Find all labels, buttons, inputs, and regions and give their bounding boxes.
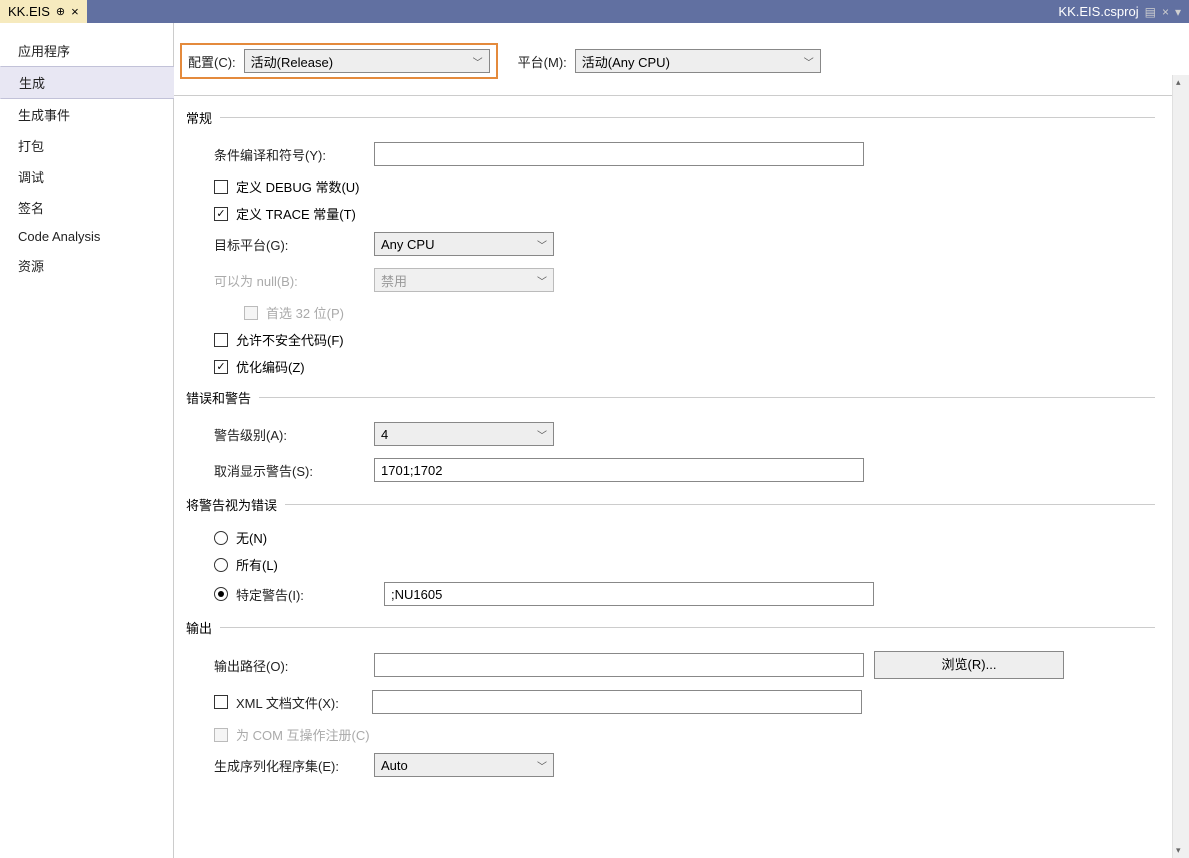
treat-specific-label: 特定警告(I): <box>236 585 376 604</box>
com-register-label: 为 COM 互操作注册(C) <box>236 725 370 744</box>
xml-doc-input[interactable] <box>372 690 862 714</box>
document-tab[interactable]: KK.EIS ⊕ × <box>0 0 87 23</box>
close-icon[interactable]: × <box>1162 5 1169 19</box>
section-title: 将警告视为错误 <box>186 495 277 514</box>
suppress-warn-label: 取消显示警告(S): <box>214 461 374 480</box>
section-general: 常规 条件编译和符号(Y): 定义 DEBUG 常数(U) 定义 TRACE 常… <box>186 108 1177 376</box>
cond-symbols-input[interactable] <box>374 142 864 166</box>
allow-unsafe-checkbox[interactable] <box>214 333 228 347</box>
section-title: 输出 <box>186 618 212 637</box>
project-file-label: KK.EIS.csproj <box>1058 4 1138 19</box>
highlight-box: 配置(C): 活动(Release) ﹀ <box>180 43 498 79</box>
sidebar-item-debug[interactable]: 调试 <box>0 161 173 192</box>
treat-none-radio[interactable] <box>214 531 228 545</box>
chevron-down-icon: ﹀ <box>804 54 814 69</box>
browse-button[interactable]: 浏览(R)... <box>874 651 1064 679</box>
output-path-input[interactable] <box>374 653 864 677</box>
content-panel: 配置(C): 活动(Release) ﹀ 平台(M): 活动(Any CPU) … <box>174 23 1189 858</box>
prefer-32bit-checkbox <box>244 306 258 320</box>
tab-close-icon[interactable]: × <box>71 4 79 19</box>
chevron-down-icon: ﹀ <box>473 54 483 69</box>
chevron-down-icon: ﹀ <box>537 273 547 288</box>
section-treat-as-error: 将警告视为错误 无(N) 所有(L) 特定警告(I): <box>186 495 1177 606</box>
treat-specific-radio[interactable] <box>214 587 228 601</box>
sidebar-item-application[interactable]: 应用程序 <box>0 35 173 66</box>
treat-all-radio[interactable] <box>214 558 228 572</box>
define-debug-label: 定义 DEBUG 常数(U) <box>236 177 360 196</box>
section-title: 常规 <box>186 108 212 127</box>
ser-asm-label: 生成序列化程序集(E): <box>214 756 374 775</box>
section-output: 输出 输出路径(O): 浏览(R)... XML 文档文件(X): 为 <box>186 618 1177 778</box>
optimize-checkbox[interactable] <box>214 360 228 374</box>
section-errors: 错误和警告 警告级别(A): 4 ﹀ 取消显示警告(S): <box>186 388 1177 483</box>
optimize-label: 优化编码(Z) <box>236 357 305 376</box>
define-trace-checkbox[interactable] <box>214 207 228 221</box>
config-row: 配置(C): 活动(Release) ﹀ 平台(M): 活动(Any CPU) … <box>174 43 1189 96</box>
xml-doc-checkbox[interactable] <box>214 695 228 709</box>
sidebar: 应用程序 生成 生成事件 打包 调试 签名 Code Analysis 资源 <box>0 23 174 858</box>
tab-title: KK.EIS <box>8 4 50 19</box>
sidebar-item-build[interactable]: 生成 <box>0 66 174 99</box>
ser-asm-select[interactable]: Auto ﹀ <box>374 753 554 777</box>
warn-level-label: 警告级别(A): <box>214 425 374 444</box>
target-platform-select[interactable]: Any CPU ﹀ <box>374 232 554 256</box>
sidebar-item-package[interactable]: 打包 <box>0 130 173 161</box>
sidebar-item-code-analysis[interactable]: Code Analysis <box>0 223 173 250</box>
window-controls: KK.EIS.csproj ▤ × ▾ <box>1058 0 1189 23</box>
chevron-down-icon: ﹀ <box>537 758 547 773</box>
configuration-label: 配置(C): <box>188 52 236 71</box>
section-title: 错误和警告 <box>186 388 251 407</box>
sidebar-item-resources[interactable]: 资源 <box>0 250 173 281</box>
allow-unsafe-label: 允许不安全代码(F) <box>236 330 344 349</box>
nullable-select: 禁用 ﹀ <box>374 268 554 292</box>
chevron-down-icon: ﹀ <box>537 427 547 442</box>
suppress-warn-input[interactable] <box>374 458 864 482</box>
platform-label: 平台(M): <box>518 52 567 71</box>
configuration-select[interactable]: 活动(Release) ﹀ <box>244 49 490 73</box>
nullable-label: 可以为 null(B): <box>214 271 374 290</box>
title-bar: KK.EIS ⊕ × KK.EIS.csproj ▤ × ▾ <box>0 0 1189 23</box>
warn-level-select[interactable]: 4 ﹀ <box>374 422 554 446</box>
chevron-down-icon: ﹀ <box>537 237 547 252</box>
menu-icon[interactable]: ▤ <box>1145 5 1156 19</box>
define-debug-checkbox[interactable] <box>214 180 228 194</box>
xml-doc-label: XML 文档文件(X): <box>236 693 372 712</box>
vertical-scrollbar[interactable] <box>1172 75 1189 858</box>
treat-none-label: 无(N) <box>236 528 267 547</box>
treat-specific-input[interactable] <box>384 582 874 606</box>
dropdown-icon[interactable]: ▾ <box>1175 5 1181 19</box>
sidebar-item-signing[interactable]: 签名 <box>0 192 173 223</box>
prefer-32bit-label: 首选 32 位(P) <box>266 303 344 322</box>
platform-select[interactable]: 活动(Any CPU) ﹀ <box>575 49 821 73</box>
com-register-checkbox <box>214 728 228 742</box>
target-platform-label: 目标平台(G): <box>214 235 374 254</box>
output-path-label: 输出路径(O): <box>214 656 374 675</box>
treat-all-label: 所有(L) <box>236 555 278 574</box>
define-trace-label: 定义 TRACE 常量(T) <box>236 204 356 223</box>
pin-icon[interactable]: ⊕ <box>56 5 65 18</box>
cond-symbols-label: 条件编译和符号(Y): <box>214 145 374 164</box>
sidebar-item-build-events[interactable]: 生成事件 <box>0 99 173 130</box>
